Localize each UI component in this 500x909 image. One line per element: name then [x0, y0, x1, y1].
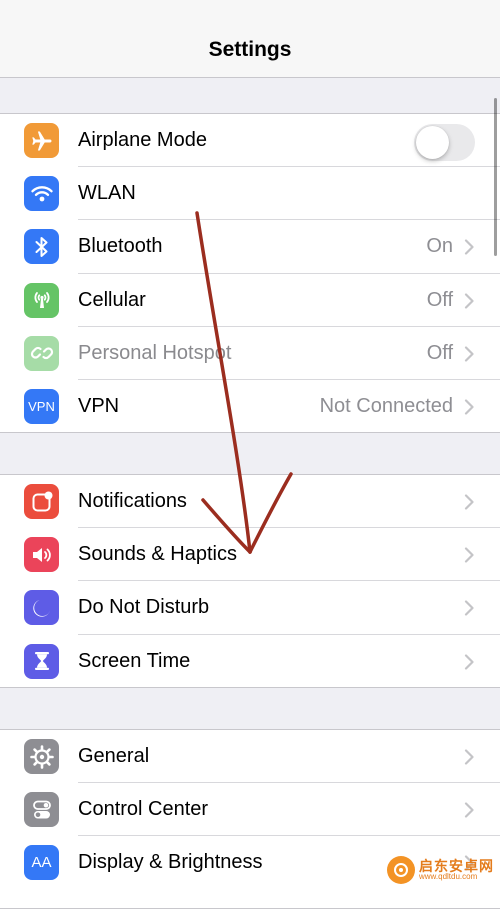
connectivity-group: Airplane Mode WLAN Bluetooth On Cellular… — [0, 113, 500, 433]
row-label: Screen Time — [78, 649, 191, 672]
row-label: Display & Brightness — [78, 851, 263, 874]
row-bluetooth[interactable]: Bluetooth On — [0, 220, 500, 274]
scrollbar[interactable] — [494, 98, 497, 256]
watermark-logo-icon — [387, 856, 415, 884]
chevron-right-icon — [464, 239, 474, 255]
watermark-brand: 启东安卓网 — [419, 858, 494, 874]
row-value: Off — [426, 341, 453, 364]
row-wlan[interactable]: WLAN — [0, 167, 500, 221]
row-label: WLAN — [78, 182, 136, 205]
row-general[interactable]: General — [0, 730, 500, 784]
row-label: Personal Hotspot — [78, 341, 232, 364]
row-label: Sounds & Haptics — [78, 543, 237, 566]
row-vpn[interactable]: VPN VPN Not Connected — [0, 380, 500, 433]
navigation-bar: Settings — [0, 0, 500, 78]
chevron-right-icon — [464, 653, 474, 670]
chevron-right-icon — [464, 399, 474, 415]
vpn-icon: VPN — [24, 388, 59, 424]
page-title: Settings — [208, 38, 292, 61]
row-label: Notifications — [78, 490, 187, 512]
chevron-right-icon — [464, 600, 474, 616]
watermark: 启东安卓网 www.qdltdu.com — [387, 855, 494, 885]
hourglass-icon — [24, 643, 59, 679]
row-control-center[interactable]: Control Center — [0, 783, 500, 837]
row-do-not-disturb[interactable]: Do Not Disturb — [0, 581, 500, 635]
row-personal-hotspot[interactable]: Personal Hotspot Off — [0, 327, 500, 380]
row-value: On — [426, 235, 453, 258]
switches-icon — [24, 792, 59, 828]
chevron-right-icon — [464, 547, 474, 563]
toggle-knob — [416, 126, 449, 159]
antenna-icon — [24, 282, 59, 318]
row-label: Do Not Disturb — [78, 596, 210, 619]
row-label: VPN — [78, 394, 120, 417]
airplane-icon — [24, 123, 59, 158]
chevron-right-icon — [464, 346, 474, 362]
bluetooth-icon — [24, 229, 59, 265]
notifications-icon — [24, 484, 59, 519]
wifi-icon — [24, 176, 59, 212]
display-icon: AA — [24, 845, 59, 881]
row-value: Not Connected — [319, 394, 453, 417]
gear-icon — [24, 739, 59, 774]
vpn-icon-text: VPN — [28, 398, 55, 414]
row-label: Airplane Mode — [78, 129, 207, 151]
chevron-right-icon — [464, 494, 474, 510]
chevron-right-icon — [464, 292, 474, 309]
speaker-icon — [24, 537, 59, 573]
row-cellular[interactable]: Cellular Off — [0, 274, 500, 327]
chevron-right-icon — [464, 749, 474, 765]
row-label: Cellular — [78, 288, 146, 311]
airplane-mode-toggle[interactable] — [414, 124, 475, 161]
chevron-right-icon — [464, 802, 474, 818]
row-sounds-haptics[interactable]: Sounds & Haptics — [0, 528, 500, 582]
row-airplane-mode[interactable]: Airplane Mode — [0, 114, 500, 168]
row-screen-time[interactable]: Screen Time — [0, 635, 500, 688]
row-notifications[interactable]: Notifications — [0, 475, 500, 529]
row-label: Control Center — [78, 798, 209, 821]
display-icon-text: AA — [31, 854, 52, 872]
hotspot-icon — [24, 335, 59, 371]
row-value: Off — [426, 288, 453, 311]
row-label: General — [78, 745, 150, 767]
notifications-group: Notifications Sounds & Haptics Do Not Di… — [0, 474, 500, 688]
watermark-url: www.qdltdu.com — [419, 872, 478, 881]
moon-icon — [24, 590, 59, 626]
row-label: Bluetooth — [78, 235, 163, 258]
